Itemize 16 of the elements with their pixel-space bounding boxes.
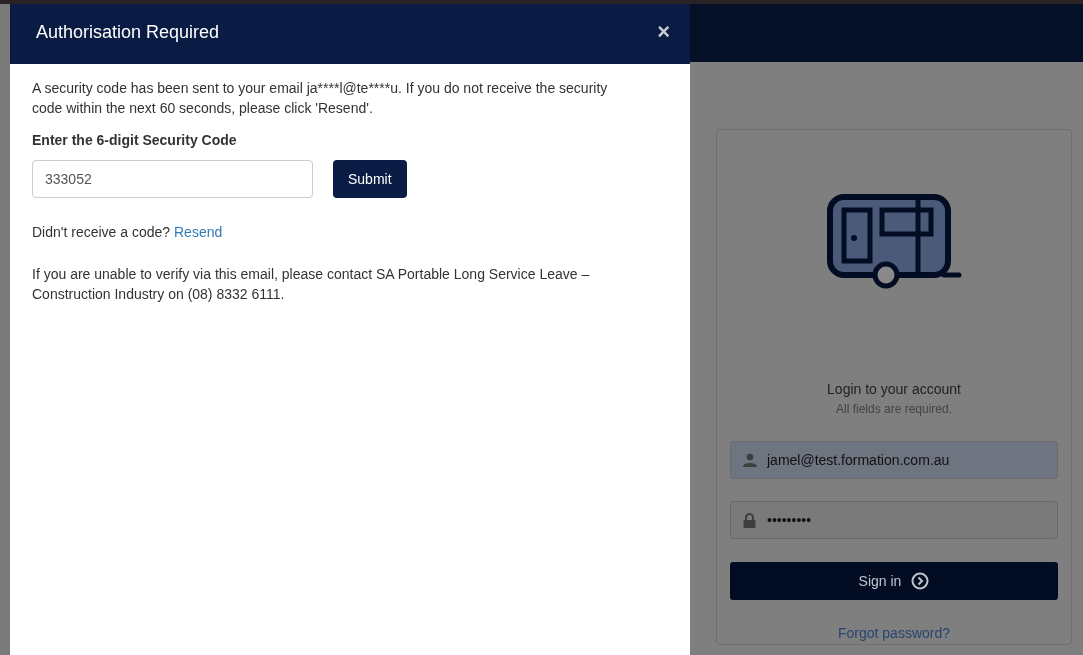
sign-in-button[interactable]: Sign in [730, 562, 1058, 600]
close-button[interactable]: × [657, 21, 670, 43]
modal-title: Authorisation Required [36, 20, 220, 44]
resend-prompt: Didn't receive a code? Resend [32, 223, 224, 242]
field-label: Enter the 6-digit Security Code [32, 131, 238, 150]
login-subtitle: All fields are required. [835, 401, 953, 418]
chevron-circle-icon [911, 572, 930, 590]
login-title: Login to your account [827, 380, 961, 399]
password-field[interactable]: ••••••••• [730, 501, 1058, 539]
submit-button[interactable]: Submit [333, 160, 407, 198]
contact-note: If you are unable to verify via this email, please contact SA Portable Long Service Leave – Construction Industry on (08) 8332 6111. [32, 265, 591, 304]
security-code-field[interactable]: 333052 [32, 160, 313, 198]
message-text: A security code has been sent to your email ja****l@te****u. If you do not receive the security code within the next 60 seconds, please click 'Resend'. [32, 79, 609, 118]
email-field[interactable]: jamel@test.formation.com.au [730, 441, 1058, 479]
resend-link[interactable]: Resend [174, 224, 223, 240]
caravan-icon [826, 193, 962, 289]
